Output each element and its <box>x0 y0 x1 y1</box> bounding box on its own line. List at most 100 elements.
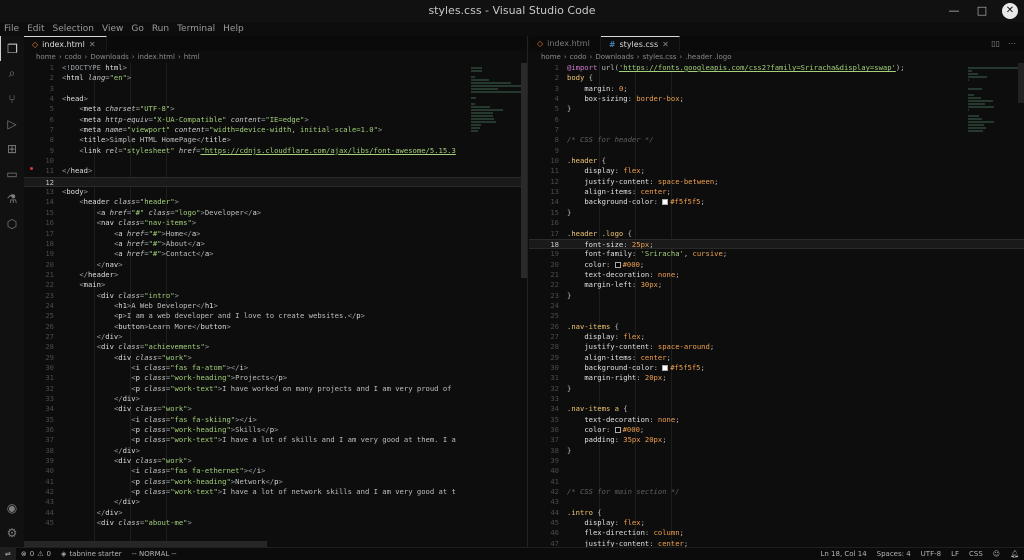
language-mode[interactable]: CSS <box>964 548 988 560</box>
code-line[interactable]: 44 </div> <box>24 508 527 518</box>
vertical-scrollbar[interactable] <box>1018 63 1024 103</box>
code-line[interactable]: 47 justify-content: center; <box>529 539 1024 547</box>
maximize-icon[interactable]: □ <box>974 0 990 22</box>
end-of-line[interactable]: LF <box>946 548 964 560</box>
code-line[interactable]: 18 <a href="#">About</a> <box>24 239 527 249</box>
code-line[interactable]: 19 <a href="#">Contact</a> <box>24 249 527 259</box>
code-line[interactable]: 36 color: #000; <box>529 425 1024 435</box>
split-editor-icon[interactable]: ▯▯ <box>991 39 1000 48</box>
feedback-icon[interactable]: ☺ <box>988 548 1005 560</box>
tab-index-html[interactable]: ◇ index.html ✕ <box>24 36 107 51</box>
code-line[interactable]: 25 <box>529 311 1024 321</box>
close-tab-icon[interactable]: ✕ <box>89 37 96 52</box>
manage-gear-icon[interactable]: ⚙ <box>0 520 24 545</box>
remote-explorer-icon[interactable]: ▭ <box>0 161 24 186</box>
close-tab-icon[interactable]: ✕ <box>662 37 669 52</box>
code-line[interactable]: 38} <box>529 446 1024 456</box>
breadcrumb-item[interactable]: Downloads <box>595 51 633 63</box>
code-line[interactable]: 29 align-items: center; <box>529 353 1024 363</box>
code-line[interactable]: 34 <div class="work"> <box>24 404 527 414</box>
code-line[interactable]: 26 <button>Learn More</button> <box>24 322 527 332</box>
breadcrumb-item[interactable]: home <box>541 51 561 63</box>
code-line[interactable]: 13 align-items: center; <box>529 187 1024 197</box>
code-line[interactable]: 30 <i class="fas fa-atom"></i> <box>24 363 527 373</box>
code-line[interactable]: 27 </div> <box>24 332 527 342</box>
code-line[interactable]: 33 </div> <box>24 394 527 404</box>
code-line[interactable]: 34 .nav-items a { <box>529 404 1024 414</box>
code-line[interactable]: 23 <div class="intro"> <box>24 291 527 301</box>
extensions-icon[interactable]: ⊞ <box>0 136 24 161</box>
breadcrumb-item[interactable]: codo <box>570 51 587 63</box>
breadcrumb-item[interactable]: home <box>36 51 56 63</box>
code-line[interactable]: 24 <box>529 301 1024 311</box>
breadcrumb-item[interactable]: Downloads <box>90 51 128 63</box>
code-line[interactable]: 4 box-sizing: border-box; <box>529 94 1024 104</box>
code-line[interactable]: 27 display: flex; <box>529 332 1024 342</box>
breadcrumb-item[interactable]: styles.css <box>643 51 677 63</box>
code-line[interactable]: 1 <!DOCTYPE html> <box>24 63 527 73</box>
code-line[interactable]: 12 justify-content: space-between; <box>529 177 1024 187</box>
code-line[interactable]: 21 </header> <box>24 270 527 280</box>
account-icon[interactable]: ◉ <box>0 495 24 520</box>
code-line[interactable]: 43 </div> <box>24 497 527 507</box>
code-line[interactable]: 31 margin-right: 20px; <box>529 373 1024 383</box>
code-line[interactable]: 23} <box>529 291 1024 301</box>
code-line[interactable]: 3 margin: 0; <box>529 84 1024 94</box>
menu-run[interactable]: Run <box>148 22 173 36</box>
tab-styles-css[interactable]: # styles.css ✕ <box>600 36 680 52</box>
menu-edit[interactable]: Edit <box>23 22 48 36</box>
encoding[interactable]: UTF-8 <box>916 548 946 560</box>
code-line[interactable]: 8 <title>Simple HTML HomePage</title> <box>24 135 527 145</box>
code-line[interactable]: 41 <p class="work-heading">Network</p> <box>24 477 527 487</box>
code-line[interactable]: 19 font-family: 'Sriracha', cursive; <box>529 249 1024 259</box>
code-line[interactable]: 5 <meta charset="UTF-8"> <box>24 104 527 114</box>
code-line[interactable]: 28 <div class="achievements"> <box>24 342 527 352</box>
problems-indicator[interactable]: ⊗ 0 ⚠ 0 <box>16 548 56 560</box>
close-icon[interactable]: ✕ <box>1002 3 1018 19</box>
code-line[interactable]: 35 <i class="fas fa-skiing"></i> <box>24 415 527 425</box>
code-line[interactable]: 44 .intro { <box>529 508 1024 518</box>
code-editor[interactable]: 1 @import url('https://fonts.googleapis.c… <box>529 63 1024 547</box>
more-actions-icon[interactable]: ⋯ <box>1008 39 1016 48</box>
code-line[interactable]: 37 <p class="work-text">I have a lot of … <box>24 435 527 445</box>
minimap[interactable] <box>471 66 521 136</box>
code-line[interactable]: 24 <h1>A Web Developer</h1> <box>24 301 527 311</box>
code-line[interactable]: 21 text-decoration: none; <box>529 270 1024 280</box>
breadcrumb-item[interactable]: .header .logo <box>685 51 731 63</box>
code-line[interactable]: 43 <box>529 497 1024 507</box>
menu-view[interactable]: View <box>98 22 127 36</box>
code-line[interactable]: 9 <box>529 146 1024 156</box>
menu-terminal[interactable]: Terminal <box>173 22 219 36</box>
search-icon[interactable]: ⌕ <box>0 61 24 86</box>
breadcrumb-item[interactable]: codo <box>65 51 82 63</box>
code-line[interactable]: 40 <i class="fas fa-ethernet"></i> <box>24 466 527 476</box>
code-line[interactable]: 37 padding: 35px 20px; <box>529 435 1024 445</box>
cursor-position[interactable]: Ln 18, Col 14 <box>815 548 871 560</box>
minimize-icon[interactable]: — <box>946 0 962 22</box>
source-control-icon[interactable]: ⑂ <box>0 86 24 111</box>
code-line[interactable]: 16 <box>529 218 1024 228</box>
run-debug-icon[interactable]: ▷ <box>0 111 24 136</box>
code-line[interactable]: 14 <header class="header"> <box>24 197 527 207</box>
code-line[interactable]: 22 margin-left: 30px; <box>529 280 1024 290</box>
code-line[interactable]: 46 flex-direction: column; <box>529 528 1024 538</box>
code-line[interactable]: 14 background-color: #f5f5f5; <box>529 197 1024 207</box>
code-line[interactable]: 40 <box>529 466 1024 476</box>
code-line[interactable]: 9 <link rel="stylesheet" href="https://c… <box>24 146 527 156</box>
code-line[interactable]: 15 <a href="#" class="logo">Developer</a… <box>24 208 527 218</box>
code-line[interactable]: 11 display: flex; <box>529 166 1024 176</box>
code-line[interactable]: 10 <box>24 156 527 166</box>
code-line[interactable]: 33 <box>529 394 1024 404</box>
code-line[interactable]: 36 <p class="work-heading">Skills</p> <box>24 425 527 435</box>
code-line[interactable]: 31 <p class="work-heading">Projects</p> <box>24 373 527 383</box>
minimap[interactable] <box>968 66 1018 136</box>
code-line[interactable]: 4 <head> <box>24 94 527 104</box>
code-line[interactable]: 29 <div class="work"> <box>24 353 527 363</box>
remote-indicator[interactable]: ⇌ <box>0 548 16 560</box>
code-line[interactable]: 13 <body> <box>24 187 527 197</box>
menu-go[interactable]: Go <box>127 22 147 36</box>
code-line[interactable]: 17 .header .logo { <box>529 229 1024 239</box>
code-line[interactable]: 1 @import url('https://fonts.googleapis.c… <box>529 63 1024 73</box>
code-line[interactable]: 17 <a href="#">Home</a> <box>24 229 527 239</box>
code-line[interactable]: 8 /* CSS for header */ <box>529 135 1024 145</box>
